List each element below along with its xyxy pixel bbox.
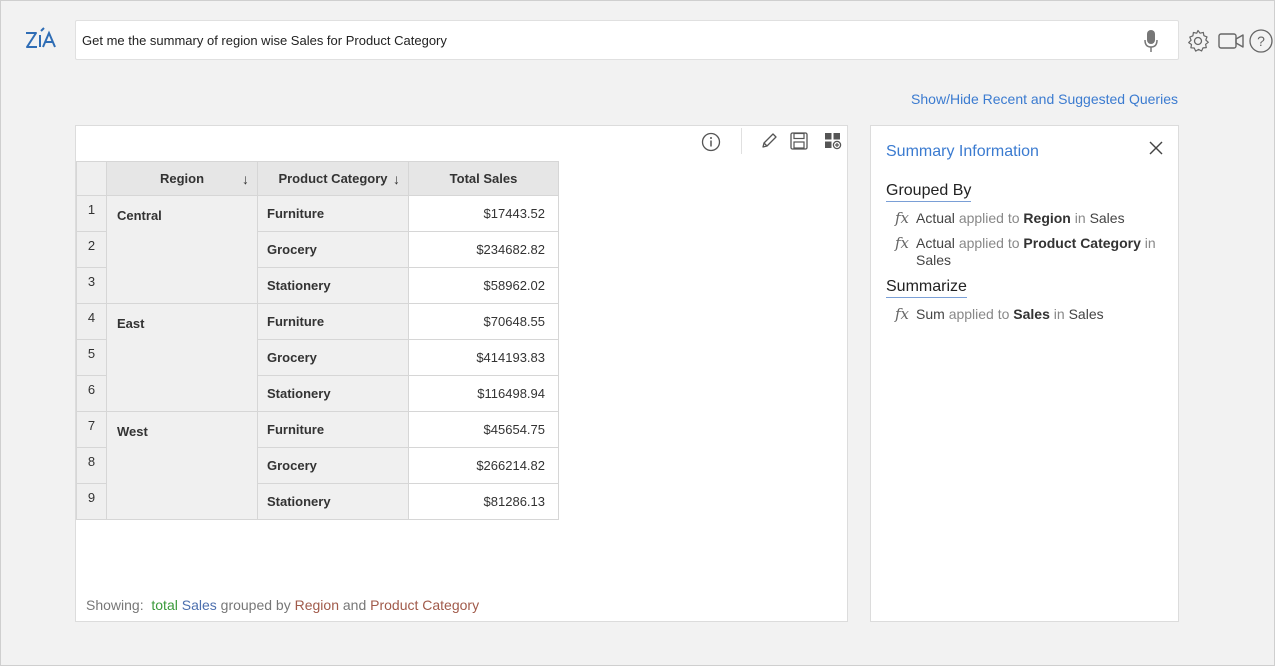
search-bar — [75, 20, 1179, 60]
showing-grouped-by: grouped by — [220, 597, 291, 613]
result-panel: Region ↓ Product Category ↓ Total Sales 1 … — [75, 125, 848, 622]
showing-sales: Sales — [181, 597, 217, 613]
sort-down-arrow-icon[interactable]: ↓ — [393, 171, 400, 187]
column-header-product-category[interactable]: Product Category ↓ — [257, 161, 409, 196]
category-cell: Stationery — [257, 267, 409, 304]
info-icon[interactable] — [701, 132, 721, 152]
sales-value-cell: $45654.75 — [408, 411, 559, 448]
zia-logo — [26, 27, 56, 48]
row-number: 7 — [76, 411, 107, 448]
function-icon: fx — [895, 305, 910, 323]
row-number: 8 — [76, 447, 107, 484]
showing-and: and — [342, 597, 367, 613]
category-cell: Furniture — [257, 195, 409, 232]
category-cell: Grocery — [257, 447, 409, 484]
category-cell: Furniture — [257, 303, 409, 340]
row-number: 3 — [76, 267, 107, 304]
svg-text:?: ? — [1257, 33, 1265, 49]
sales-value-cell: $70648.55 — [408, 303, 559, 340]
show-hide-suggested-queries-link[interactable]: Show/Hide Recent and Suggested Queries — [911, 91, 1178, 107]
sales-value-cell: $234682.82 — [408, 231, 559, 268]
edit-pencil-icon[interactable] — [760, 132, 778, 150]
row-number: 1 — [76, 195, 107, 232]
summary-title: Summary Information — [886, 143, 1039, 160]
sales-value-cell: $414193.83 — [408, 339, 559, 376]
search-input[interactable] — [82, 21, 1122, 59]
sales-value-cell: $81286.13 — [408, 483, 559, 520]
video-camera-icon[interactable] — [1218, 33, 1244, 49]
help-icon[interactable]: ? — [1249, 29, 1273, 53]
result-table: Region ↓ Product Category ↓ Total Sales 1 … — [76, 161, 559, 520]
region-cell: West — [106, 411, 258, 520]
row-number: 4 — [76, 303, 107, 340]
save-icon[interactable] — [790, 132, 808, 150]
region-cell: Central — [106, 195, 258, 304]
sort-down-arrow-icon[interactable]: ↓ — [242, 171, 249, 187]
table-row: 4 East Furniture $70648.55 — [76, 303, 559, 412]
summary-grouped-item: fx Actual applied to Product Category in… — [895, 234, 1156, 269]
row-number: 6 — [76, 375, 107, 412]
grouped-by-heading: Grouped By — [886, 182, 972, 202]
showing-product-category: Product Category — [370, 597, 480, 613]
function-icon: fx — [895, 209, 910, 227]
showing-description: Showing: total Sales grouped by Region a… — [86, 597, 479, 613]
table-corner-cell — [76, 161, 107, 196]
row-number: 5 — [76, 339, 107, 376]
summary-grouped-item: fx Actual applied to Region in Sales — [895, 209, 1125, 227]
summary-summarize-item: fx Sum applied to Sales in Sales — [895, 305, 1104, 323]
toolbar-separator — [741, 128, 742, 154]
row-number: 9 — [76, 483, 107, 520]
column-header-region[interactable]: Region ↓ — [106, 161, 258, 196]
sales-value-cell: $116498.94 — [408, 375, 559, 412]
close-icon[interactable] — [1148, 140, 1164, 156]
add-to-dashboard-icon[interactable] — [824, 132, 842, 150]
microphone-icon[interactable] — [1144, 29, 1158, 53]
table-row: 7 West Furniture $45654.75 — [76, 411, 559, 520]
row-number: 2 — [76, 231, 107, 268]
category-cell: Furniture — [257, 411, 409, 448]
category-cell: Grocery — [257, 339, 409, 376]
region-cell: East — [106, 303, 258, 412]
showing-label: Showing: — [86, 597, 144, 613]
table-row: 1 Central Furniture $17443.52 — [76, 195, 559, 304]
category-cell: Stationery — [257, 375, 409, 412]
column-header-total-sales[interactable]: Total Sales — [408, 161, 559, 196]
function-icon: fx — [895, 234, 910, 252]
category-cell: Grocery — [257, 231, 409, 268]
showing-total: total — [151, 597, 178, 613]
settings-gear-icon[interactable] — [1186, 29, 1210, 53]
sales-value-cell: $58962.02 — [408, 267, 559, 304]
sales-value-cell: $17443.52 — [408, 195, 559, 232]
sales-value-cell: $266214.82 — [408, 447, 559, 484]
category-cell: Stationery — [257, 483, 409, 520]
showing-region: Region — [294, 597, 339, 613]
summarize-heading: Summarize — [886, 278, 967, 298]
summary-information-panel: Summary Information Grouped By fx Actual… — [870, 125, 1179, 622]
